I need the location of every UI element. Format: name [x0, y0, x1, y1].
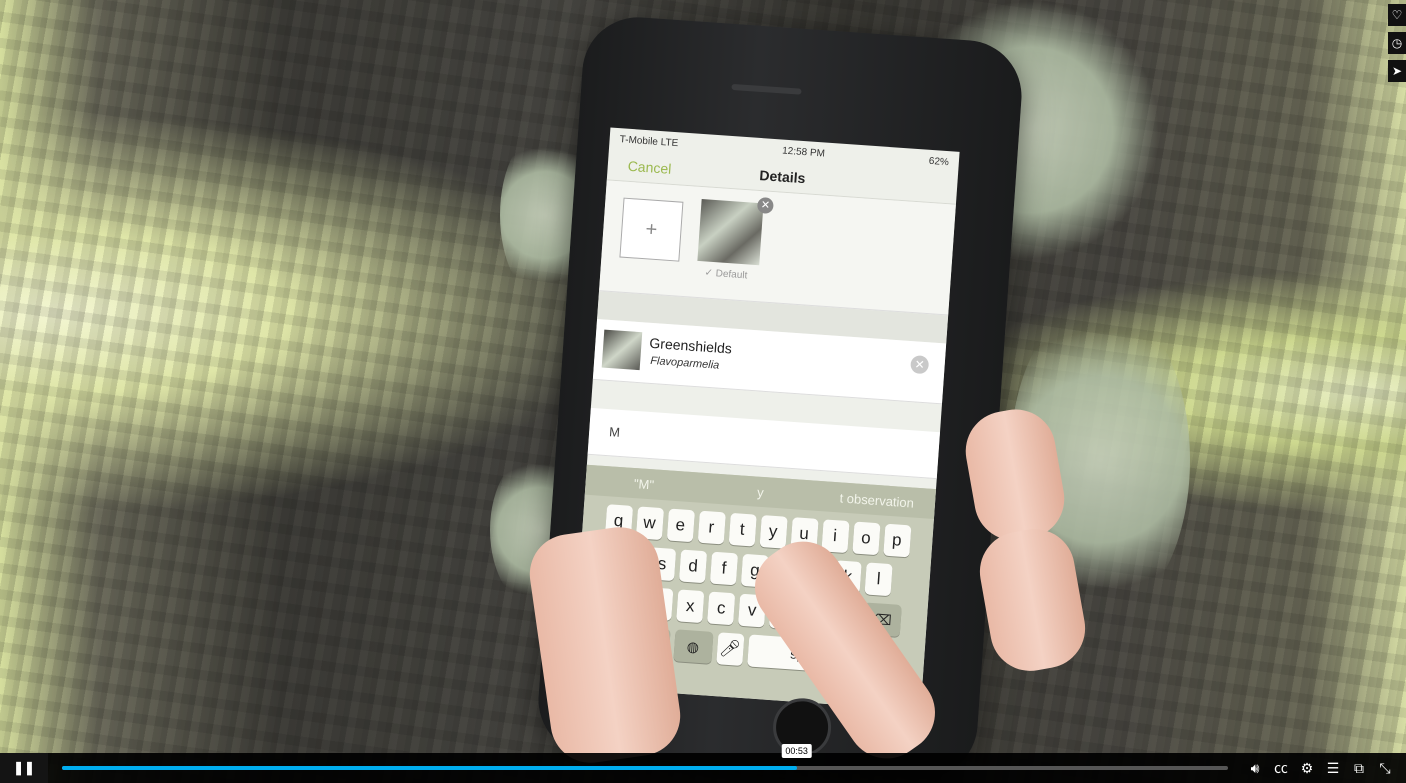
taxon-thumbnail [601, 329, 643, 371]
pause-button[interactable]: ❚❚ [0, 753, 48, 783]
add-photo-button[interactable]: + [619, 197, 684, 262]
captions-icon[interactable]: ㏄ [1268, 753, 1294, 783]
phone-earpiece [731, 83, 802, 95]
default-photo-label: ✓ Default [704, 267, 748, 282]
timestamp-tooltip: 00:53 [781, 744, 812, 758]
pause-icon: ❚❚ [13, 760, 35, 775]
fullscreen-exit-icon[interactable]: ⤡ [1372, 753, 1398, 783]
key-t[interactable]: t [728, 512, 757, 547]
picture-in-picture-icon[interactable]: ⧉ [1346, 753, 1372, 783]
suggestion-1[interactable]: "M" [585, 465, 703, 503]
progress-bar[interactable]: 00:53 [62, 744, 1228, 770]
settings-icon[interactable]: ⚙ [1294, 753, 1320, 783]
clock-icon[interactable]: ◷ [1388, 32, 1406, 54]
taxon-scientific-name: Flavoparmelia [649, 354, 720, 372]
key-y[interactable]: y [759, 514, 788, 549]
video-frame: T-Mobile LTE 12:58 PM 62% Cancel Details… [0, 0, 1406, 783]
observation-photo[interactable] [697, 199, 764, 266]
battery-label: 62% [928, 155, 950, 168]
carrier-label: T-Mobile LTE [619, 133, 679, 149]
cancel-button[interactable]: Cancel [621, 156, 678, 178]
key-e[interactable]: e [666, 508, 695, 543]
video-controls: ❚❚ 00:53 🔊︎ ㏄ ⚙ ☰ ⧉ ⤡ [0, 744, 1406, 783]
key-d[interactable]: d [678, 549, 708, 584]
side-actions: ♡ ◷ ➤ [1388, 4, 1406, 82]
microphone-icon[interactable]: 🎤︎ [715, 632, 744, 666]
key-r[interactable]: r [697, 510, 726, 545]
default-label-text: Default [715, 268, 748, 282]
remove-photo-icon[interactable]: ✕ [756, 196, 774, 215]
key-p[interactable]: p [882, 523, 911, 558]
notes-input[interactable] [606, 423, 892, 460]
taxon-common-name: Greenshields [648, 334, 733, 357]
progress-fill [62, 766, 797, 770]
clock-label: 12:58 PM [781, 145, 826, 160]
suggestion-3[interactable]: t observation [818, 481, 936, 519]
clear-taxon-icon[interactable]: ✕ [910, 355, 930, 375]
key-c[interactable]: c [707, 591, 736, 626]
send-icon[interactable]: ➤ [1388, 60, 1406, 82]
globe-icon[interactable]: ◍ [672, 629, 714, 664]
heart-icon[interactable]: ♡ [1388, 4, 1406, 26]
key-f[interactable]: f [709, 551, 739, 586]
key-o[interactable]: o [851, 521, 881, 556]
key-l[interactable]: l [864, 562, 893, 597]
key-x[interactable]: x [676, 589, 705, 624]
volume-icon[interactable]: 🔊︎ [1242, 753, 1268, 783]
suggestion-2[interactable]: y [701, 473, 819, 511]
transcript-icon[interactable]: ☰ [1320, 753, 1346, 783]
